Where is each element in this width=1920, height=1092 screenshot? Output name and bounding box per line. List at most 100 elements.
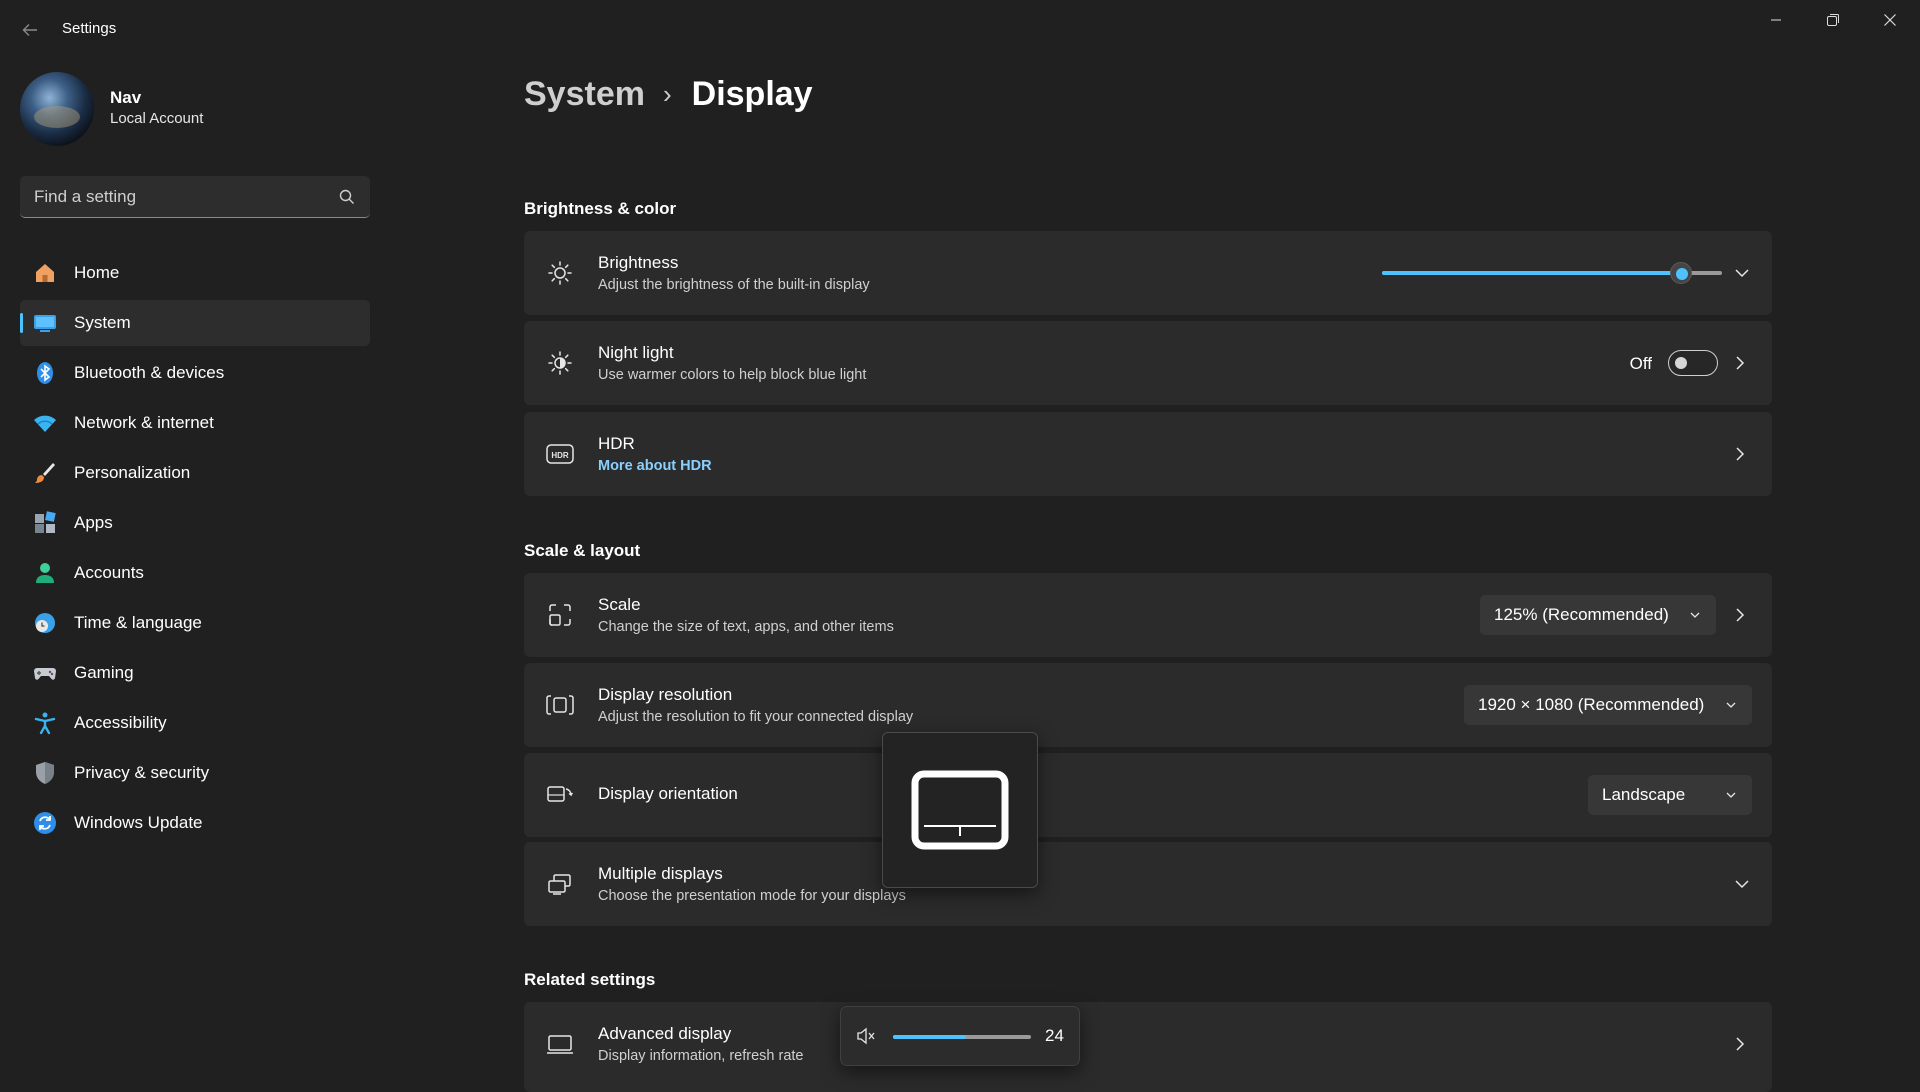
sidebar-item-gaming[interactable]: Gaming [20, 650, 370, 696]
sidebar-item-label: System [74, 313, 131, 332]
brightness-card: Brightness Adjust the brightness of the … [524, 231, 1772, 315]
sidebar-item-windows-update[interactable]: Windows Update [20, 800, 370, 846]
avatar [20, 72, 94, 146]
breadcrumb-parent[interactable]: System [524, 75, 645, 114]
globe-clock-icon [32, 610, 58, 636]
sidebar-item-label: Privacy & security [74, 763, 210, 782]
profile-account-type: Local Account [110, 110, 204, 127]
close-icon [1884, 14, 1896, 26]
hdr-more-link[interactable]: More about HDR [598, 458, 712, 474]
back-button[interactable] [14, 14, 46, 46]
breadcrumb: System › Display [524, 70, 813, 118]
chevron-down-icon [1690, 612, 1700, 618]
chevron-down-icon[interactable] [1730, 261, 1754, 285]
night-light-title: Night light [598, 343, 674, 362]
scale-dropdown[interactable]: 125% (Recommended) [1480, 595, 1716, 635]
sidebar-item-privacy-security[interactable]: Privacy & security [20, 750, 370, 796]
brightness-title: Brightness [598, 253, 679, 272]
scale-title: Scale [598, 595, 641, 614]
search-icon[interactable] [338, 188, 356, 206]
title-bar: Settings [0, 0, 1920, 60]
search-input[interactable] [20, 176, 320, 218]
monitor-icon [544, 1028, 576, 1060]
sidebar-item-label: Time & language [74, 613, 202, 632]
brightness-icon [544, 257, 576, 289]
section-title-brightness-color: Brightness & color [524, 199, 677, 218]
section-title-related-settings: Related settings [524, 970, 656, 989]
resolution-dropdown-value: 1920 × 1080 (Recommended) [1478, 695, 1705, 714]
chevron-right-icon[interactable] [1728, 603, 1752, 627]
sidebar-item-label: Bluetooth & devices [74, 363, 225, 382]
advanced-display-card[interactable]: Advanced display Display information, re… [524, 1002, 1772, 1092]
brush-icon [32, 460, 58, 486]
sidebar-item-home[interactable]: Home [20, 250, 370, 296]
sidebar-item-label: Network & internet [74, 413, 214, 432]
multiple-displays-title: Multiple displays [598, 864, 723, 883]
multiple-displays-card[interactable]: Multiple displays Choose the presentatio… [524, 842, 1772, 926]
page-title: Display [691, 74, 813, 113]
hdr-icon: HDR [544, 438, 576, 470]
sidebar-item-bluetooth[interactable]: Bluetooth & devices [20, 350, 370, 396]
sidebar-nav: Home System Bluetooth & devices Network … [20, 250, 370, 850]
chevron-right-icon[interactable] [1728, 442, 1752, 466]
resolution-icon [544, 689, 576, 721]
orientation-dropdown-value: Landscape [1602, 785, 1686, 804]
sidebar-item-network[interactable]: Network & internet [20, 400, 370, 446]
sidebar-item-label: Accounts [74, 563, 144, 582]
sidebar-item-system[interactable]: System [20, 300, 370, 346]
hdr-title: HDR [598, 434, 635, 453]
breadcrumb-separator-icon: › [662, 78, 672, 109]
brightness-subtitle: Adjust the brightness of the built-in di… [598, 277, 870, 293]
chevron-down-icon [1726, 702, 1736, 708]
bluetooth-icon [32, 360, 58, 386]
close-button[interactable] [1862, 4, 1918, 36]
chevron-right-icon[interactable] [1728, 1032, 1752, 1056]
chevron-right-icon[interactable] [1728, 351, 1752, 375]
scale-card[interactable]: Scale Change the size of text, apps, and… [524, 573, 1772, 657]
touchpad-popup [882, 732, 1038, 888]
chevron-down-icon[interactable] [1730, 872, 1754, 896]
sidebar-item-label: Gaming [74, 663, 134, 682]
volume-slider-fill [893, 1035, 966, 1039]
speaker-muted-icon[interactable] [855, 1025, 877, 1047]
sidebar-item-label: Home [74, 263, 120, 282]
orientation-dropdown[interactable]: Landscape [1588, 775, 1752, 815]
sidebar-item-accessibility[interactable]: Accessibility [20, 700, 370, 746]
sidebar-item-label: Apps [74, 513, 113, 532]
scale-icon [544, 599, 576, 631]
shield-icon [32, 760, 58, 786]
sidebar-item-accounts[interactable]: Accounts [20, 550, 370, 596]
restore-button[interactable] [1805, 4, 1861, 36]
back-arrow-icon [22, 24, 37, 36]
minimize-button[interactable] [1748, 4, 1804, 36]
night-light-card[interactable]: Night light Use warmer colors to help bl… [524, 321, 1772, 405]
display-resolution-card: Display resolution Adjust the resolution… [524, 663, 1772, 747]
orientation-icon [544, 779, 576, 811]
sidebar-item-label: Accessibility [74, 713, 167, 732]
svg-text:HDR: HDR [551, 451, 569, 460]
display-orientation-card: Display orientation Landscape [524, 753, 1772, 837]
volume-value: 24 [1045, 1026, 1064, 1045]
home-icon [32, 260, 58, 286]
sidebar-item-apps[interactable]: Apps [20, 500, 370, 546]
person-icon [32, 560, 58, 586]
system-icon [32, 310, 58, 336]
scale-dropdown-value: 125% (Recommended) [1494, 605, 1669, 624]
brightness-slider[interactable] [1382, 259, 1722, 287]
hdr-card[interactable]: HDR HDR More about HDR [524, 412, 1772, 496]
slider-fill [1382, 271, 1682, 275]
user-profile[interactable]: Nav Local Account [20, 72, 380, 148]
app-title: Settings [62, 20, 117, 37]
wifi-icon [32, 410, 58, 436]
slider-thumb[interactable] [1670, 262, 1693, 284]
restore-icon [1827, 14, 1839, 26]
advanced-display-title: Advanced display [598, 1024, 732, 1043]
resolution-title: Display resolution [598, 685, 733, 704]
search-box [20, 176, 370, 218]
resolution-dropdown[interactable]: 1920 × 1080 (Recommended) [1464, 685, 1752, 725]
night-light-subtitle: Use warmer colors to help block blue lig… [598, 367, 867, 383]
night-light-toggle[interactable] [1668, 350, 1718, 376]
sidebar-item-personalization[interactable]: Personalization [20, 450, 370, 496]
resolution-subtitle: Adjust the resolution to fit your connec… [598, 709, 914, 725]
sidebar-item-time-language[interactable]: Time & language [20, 600, 370, 646]
